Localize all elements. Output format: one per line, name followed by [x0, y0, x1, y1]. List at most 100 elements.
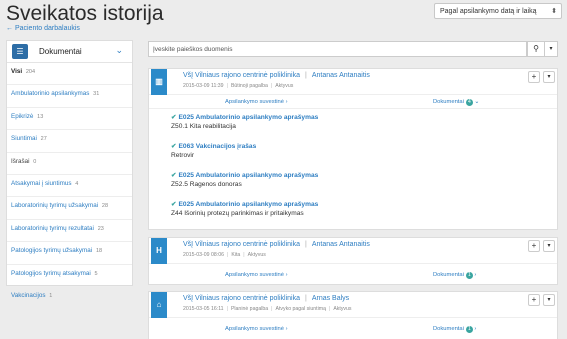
hospital-icon: H [151, 238, 167, 264]
visit-extra: Atvyko pagal siuntimą [275, 306, 326, 312]
select-caret-icon: ⬍ [551, 8, 557, 15]
sidebar-item-discharges[interactable]: Išrašai 0 [7, 153, 132, 175]
back-link[interactable]: ← Paciento darbalaukis [6, 25, 80, 32]
sidebar-item-vaccinations[interactable]: Vakcinacijos 1 [7, 287, 132, 309]
visit-datetime: 2015-03-05 16:11 [183, 306, 224, 312]
visit-type: Kita [231, 252, 241, 258]
card-org-line: VšĮ Vilniaus rajono centrinė poliklinika… [183, 72, 370, 79]
documents-toggle[interactable]: Dokumentai 1 › [433, 326, 476, 333]
card-header: ⌂ VšĮ Vilniaus rajono centrinė poliklini… [149, 292, 557, 318]
sidebar-item-label: Visi [11, 68, 23, 75]
sidebar-item-label: Išrašai [11, 157, 30, 165]
card-dropdown-button[interactable]: ▾ [543, 71, 555, 83]
sidebar-item-label: Patologijos tyrimų atsakymai [11, 269, 91, 277]
documents-toggle[interactable]: Dokumentai 4 ⌄ [433, 99, 479, 106]
summary-label: Apsilankymo suvestinė [225, 99, 284, 105]
documents-sidebar: ☰ Dokumentai ⌄ Visi 204 Ambulatorinio ap… [6, 40, 133, 299]
documents-count-badge: 4 [465, 99, 473, 106]
page-title: Sveikatos istorija [6, 2, 164, 25]
card-meta: 2015-03-05 16:11 | Planinė pagalba | Atvyko … [183, 306, 352, 312]
visit-summary-link[interactable]: Apsilankymo suvestinė › [225, 272, 288, 278]
visit-datetime: 2015-03-09 08:06 [183, 252, 224, 258]
card-tabs: Apsilankymo suvestinė › Dokumentai 1 › [149, 264, 557, 279]
sidebar-header[interactable]: ☰ Dokumentai ⌄ [7, 41, 132, 63]
sidebar-item-count: 4 [75, 180, 79, 187]
list-icon: ☰ [12, 44, 28, 59]
sort-label: Pagal apsilankymo datą ir laiką [440, 8, 537, 15]
sidebar-item-pathology-orders[interactable]: Patologijos tyrimų užsakymai 18 [7, 242, 132, 265]
chevron-right-icon: › [474, 272, 477, 278]
chevron-right-icon: › [285, 272, 288, 278]
search-icon[interactable]: ⚲ [527, 41, 545, 57]
sidebar-item-count: 18 [95, 248, 103, 255]
visit-status: Aktyvus [247, 252, 266, 258]
visit-summary-link[interactable]: Apsilankymo suvestinė › [225, 326, 288, 332]
sidebar-item-pathology-results[interactable]: Patologijos tyrimų atsakymai 5 [7, 265, 132, 287]
visit-status: Aktyvus [275, 83, 294, 89]
add-button[interactable]: + [528, 294, 540, 306]
summary-label: Apsilankymo suvestinė [225, 272, 284, 278]
sidebar-item-lab-results[interactable]: Laboratorinių tyrimų rezultatai 23 [7, 220, 132, 243]
card-header: H VšĮ Vilniaus rajono centrinė poliklini… [149, 238, 557, 264]
doctor-link[interactable]: Arnas Balys [312, 295, 349, 302]
sidebar-item-all[interactable]: Visi 204 [7, 63, 132, 86]
sidebar-item-count: 1 [49, 292, 53, 299]
documents-label: Dokumentai [433, 272, 464, 278]
visit-status: Aktyvus [333, 306, 352, 312]
document-item[interactable]: ✔ E025 Ambulatorinio apsilankymo aprašyma… [149, 196, 557, 225]
sidebar-item-count: 0 [33, 158, 37, 165]
chevron-right-icon: › [474, 326, 477, 332]
sidebar-item-count: 28 [101, 203, 109, 210]
document-item[interactable]: ✔ E025 Ambulatorinio apsilankymo aprašyma… [149, 109, 557, 138]
search-input[interactable]: Įveskite paieškos duomenis [148, 41, 527, 57]
sidebar-item-label: Atsakymai į siuntimus [11, 179, 72, 187]
check-icon: ✔ [171, 114, 177, 121]
card-tabs: Apsilankymo suvestinė › Dokumentai 4 ⌄ [149, 95, 557, 109]
chevron-down-icon[interactable]: ⌄ [115, 45, 123, 56]
card-dropdown-button[interactable]: ▾ [543, 294, 555, 306]
org-link[interactable]: VšĮ Vilniaus rajono centrinė poliklinika [183, 72, 300, 79]
add-button[interactable]: + [528, 240, 540, 252]
sidebar-item-label: Siuntimai [11, 135, 37, 143]
search-dropdown-icon[interactable]: ▾ [544, 41, 558, 57]
document-title[interactable]: E063 Vakcinacijos įrašas [179, 143, 257, 150]
sidebar-item-count: 13 [37, 113, 44, 120]
sidebar-item-label: Vakcinacijos [11, 291, 46, 299]
card-dropdown-button[interactable]: ▾ [543, 240, 555, 252]
sidebar-item-count: 23 [97, 225, 104, 232]
org-link[interactable]: VšĮ Vilniaus rajono centrinė poliklinika [183, 295, 300, 302]
sidebar-item-epicrisis[interactable]: Epikrizė 13 [7, 108, 132, 131]
sidebar-item-referral-responses[interactable]: Atsakymai į siuntimus 4 [7, 175, 132, 198]
visit-summary-link[interactable]: Apsilankymo suvestinė › [225, 99, 288, 105]
doctor-link[interactable]: Antanas Antanaitis [312, 241, 370, 248]
sidebar-item-label: Patologijos tyrimų užsakymai [11, 247, 93, 255]
org-link[interactable]: VšĮ Vilniaus rajono centrinė poliklinika [183, 241, 300, 248]
document-item[interactable]: ✔ E025 Ambulatorinio apsilankymo aprašyma… [149, 167, 557, 196]
visit-type: Būtinoji pagalba [230, 83, 268, 89]
add-button[interactable]: + [528, 71, 540, 83]
sidebar-item-count: 204 [25, 69, 36, 75]
visit-type: Planinė pagalba [230, 306, 269, 312]
sidebar-item-referrals[interactable]: Siuntimai 27 [7, 130, 132, 153]
document-title[interactable]: E025 Ambulatorinio apsilankymo aprašymas [179, 201, 319, 208]
check-icon: ✔ [171, 201, 177, 208]
chevron-right-icon: › [285, 99, 288, 105]
visit-card: ▥ VšĮ Vilniaus rajono centrinė poliklini… [148, 68, 558, 230]
sidebar-item-label: Laboratorinių tyrimų rezultatai [11, 224, 94, 232]
sidebar-item-ambulatory[interactable]: Ambulatorinio apsilankymas 31 [7, 85, 132, 108]
card-meta: 2015-03-09 08:06 | Kita | Aktyvus [183, 252, 266, 258]
summary-label: Apsilankymo suvestinė [225, 326, 284, 332]
sort-select[interactable]: Pagal apsilankymo datą ir laiką ⬍ [434, 3, 562, 19]
document-title[interactable]: E025 Ambulatorinio apsilankymo aprašymas [179, 114, 319, 121]
document-title[interactable]: E025 Ambulatorinio apsilankymo aprašymas [179, 172, 319, 179]
sidebar-item-label: Epikrizė [11, 112, 34, 120]
document-subtitle: Z52.5 Ragenos donoras [171, 181, 242, 188]
sidebar-item-lab-orders[interactable]: Laboratorinių tyrimų užsakymai 28 [7, 197, 132, 220]
doctor-link[interactable]: Antanas Antanaitis [312, 72, 370, 79]
documents-count-badge: 1 [465, 272, 473, 279]
document-item[interactable]: ✔ E063 Vakcinacijos įrašas Retrovir [149, 138, 557, 167]
documents-toggle[interactable]: Dokumentai 1 › [433, 272, 476, 279]
clinic-icon: ▥ [151, 69, 167, 95]
visit-card: H VšĮ Vilniaus rajono centrinė poliklini… [148, 237, 558, 285]
card-header: ▥ VšĮ Vilniaus rajono centrinė poliklini… [149, 69, 557, 95]
